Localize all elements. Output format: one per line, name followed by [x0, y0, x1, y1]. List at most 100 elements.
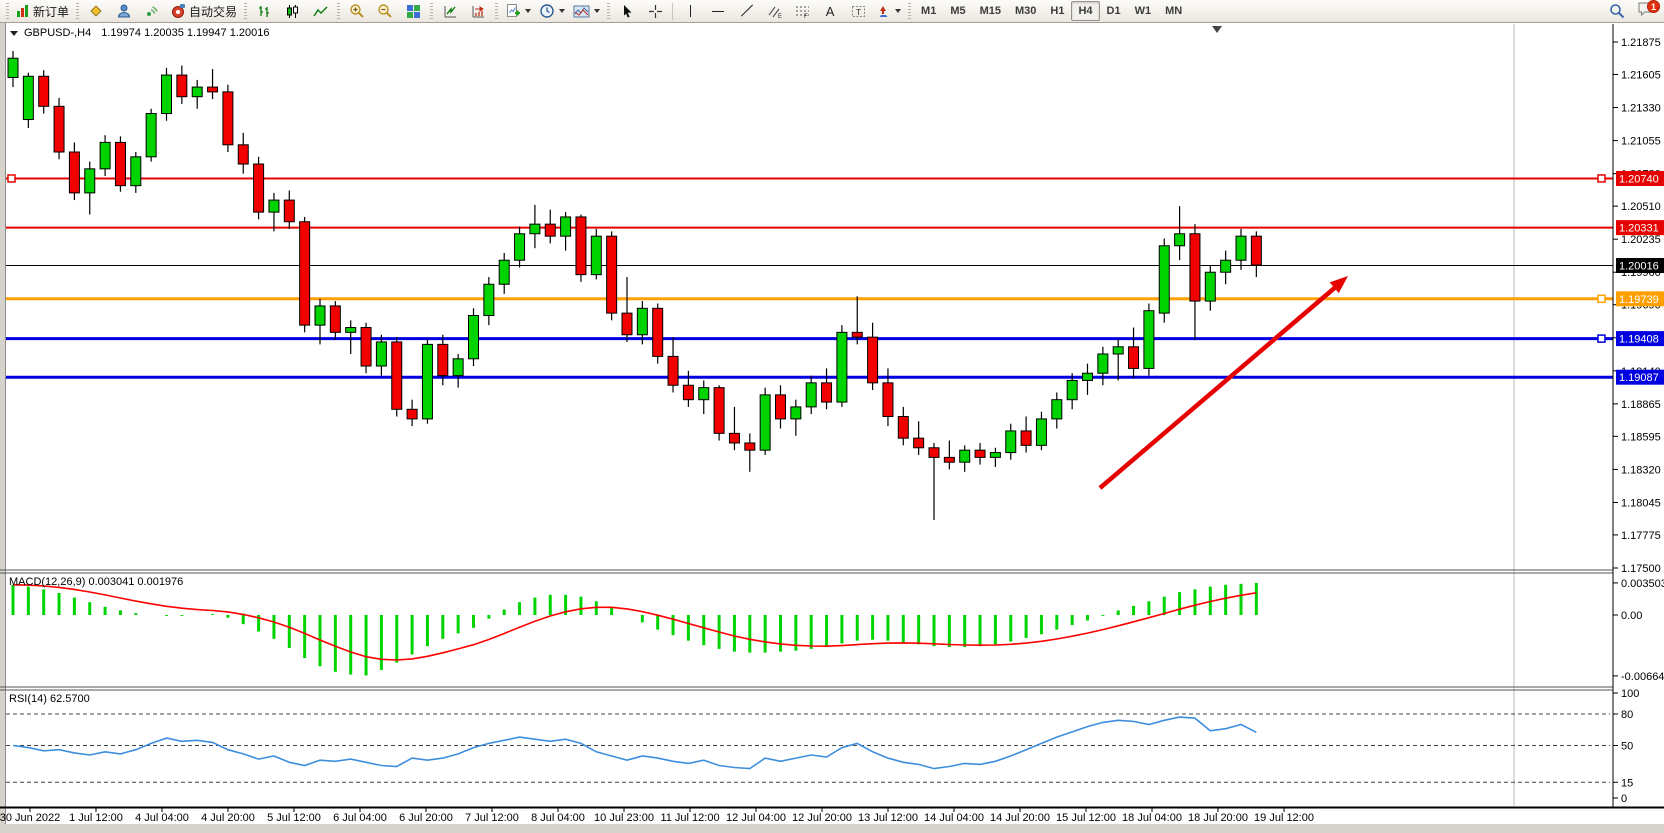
timeframe-clock-button[interactable] — [535, 0, 569, 22]
toolbar-grip[interactable] — [908, 3, 911, 19]
time-axis-label: 6 Jul 20:00 — [399, 812, 453, 824]
candlestick-bar — [1251, 236, 1261, 265]
candlestick-bar — [162, 75, 172, 113]
candlestick-bar — [177, 75, 187, 97]
auto-scroll-icon — [443, 4, 458, 19]
dropdown-caret-icon — [559, 9, 565, 13]
candl estick-mode-button[interactable] — [278, 0, 306, 22]
search-button[interactable] — [1603, 0, 1631, 22]
diamond-icon — [88, 3, 104, 19]
candlestick-bar — [561, 217, 571, 236]
line-drag-handle[interactable] — [1598, 295, 1605, 302]
profile-button[interactable] — [110, 0, 138, 22]
horizontal-line-tool-button[interactable] — [704, 0, 732, 22]
line-drag-handle[interactable] — [1598, 175, 1605, 182]
notifications-button[interactable]: 1 — [1635, 1, 1657, 21]
chart-symbol-period: GBPUSD-,H4 — [24, 27, 91, 39]
zoom-in-button[interactable] — [343, 0, 371, 22]
toolbar-grip[interactable] — [430, 3, 433, 19]
zoom-in-icon — [349, 3, 365, 19]
timeframe-button-H4[interactable]: H4 — [1071, 1, 1099, 21]
price-axis-label: 1.20235 — [1621, 234, 1661, 246]
macd-axis-label: 0.00 — [1621, 610, 1642, 622]
time-axis-label: 10 Jul 23:00 — [594, 812, 654, 824]
toolbar-grip[interactable] — [607, 3, 610, 19]
market-watch-button[interactable] — [82, 0, 110, 22]
candlestick-bar — [776, 395, 786, 419]
time-axis-label: 30 Jun 2022 — [0, 812, 60, 824]
candlestick-bar — [146, 114, 156, 157]
auto-scroll-button[interactable] — [436, 0, 464, 22]
toolbar-grip[interactable] — [495, 3, 498, 19]
toolbar-grip[interactable] — [76, 3, 79, 19]
timeframe-button-MN[interactable]: MN — [1158, 1, 1189, 21]
zoom-out-button[interactable] — [371, 0, 399, 22]
timeframe-button-W1[interactable]: W1 — [1128, 1, 1159, 21]
symbol-dropdown-icon[interactable] — [10, 31, 18, 36]
candlestick-bar — [637, 308, 647, 334]
crosshair-tool-button[interactable] — [641, 0, 669, 22]
templates-button[interactable] — [569, 0, 604, 22]
timeframe-button-M30[interactable]: M30 — [1008, 1, 1043, 21]
dropdown-caret-icon — [895, 9, 901, 13]
signal-icon — [144, 3, 160, 19]
auto-trading-button[interactable]: 自动交易 — [166, 0, 241, 22]
toolbar-grip[interactable] — [6, 3, 9, 19]
chart-canvas[interactable]: 1.218751.216051.213301.210551.207801.205… — [0, 0, 1664, 833]
tile-windows-button[interactable] — [399, 0, 427, 22]
candlestick-bar — [515, 234, 525, 260]
candlestick-bar — [131, 157, 141, 186]
notification-count-badge: 1 — [1647, 0, 1660, 13]
line-chart-mode-button[interactable] — [306, 0, 334, 22]
timeframe-button-D1[interactable]: D1 — [1100, 1, 1128, 21]
candlestick-bar — [868, 337, 878, 383]
candlestick-bar — [484, 284, 494, 315]
chart-shift-button[interactable] — [464, 0, 492, 22]
time-axis-label: 13 Jul 12:00 — [858, 812, 918, 824]
toolbar-grip[interactable] — [244, 3, 247, 19]
candlestick-bar — [668, 356, 678, 385]
candlestick-bar — [960, 450, 970, 462]
text-label-tool-button[interactable]: T — [844, 0, 872, 22]
arrows-icon — [876, 4, 891, 19]
equidistant-channel-tool-button[interactable]: E — [760, 0, 788, 22]
timeframe-button-M15[interactable]: M15 — [973, 1, 1008, 21]
candlestick-bar — [269, 200, 279, 212]
macd-axis-label: 0.003503 — [1621, 578, 1664, 590]
candlestick-bar — [254, 164, 264, 212]
new-chart-button[interactable] — [501, 0, 535, 22]
cursor-tool-button[interactable] — [613, 0, 641, 22]
line-drag-handle[interactable] — [8, 175, 15, 182]
candlestick-bar — [1190, 234, 1200, 301]
timeframe-button-M1[interactable]: M1 — [914, 1, 943, 21]
time-axis-label: 11 Jul 12:00 — [660, 812, 719, 824]
rsi-axis-label: 80 — [1621, 709, 1633, 721]
candlestick-bar — [115, 142, 125, 185]
bar-chart-mode-button[interactable] — [250, 0, 278, 22]
candlestick-bar — [469, 316, 479, 359]
candlestick-bar — [622, 313, 632, 335]
candlestick-bar — [852, 332, 862, 337]
candlestick-bar — [300, 222, 310, 325]
candlestick-bar — [208, 87, 218, 92]
fibonacci-tool-button[interactable]: F — [788, 0, 816, 22]
timeframe-button-M5[interactable]: M5 — [943, 1, 972, 21]
candlestick-bar — [1052, 400, 1062, 419]
line-drag-handle[interactable] — [1598, 335, 1605, 342]
arrows-tool-button[interactable] — [872, 0, 905, 22]
trendline-tool-button[interactable] — [732, 0, 760, 22]
new-order-button[interactable]: 新订单 — [12, 0, 73, 22]
vertical-line-tool-button[interactable] — [676, 0, 704, 22]
template-icon — [573, 4, 590, 19]
timeframe-button-H1[interactable]: H1 — [1043, 1, 1071, 21]
candlestick-bar — [1175, 234, 1185, 246]
chart-shift-icon — [471, 4, 486, 19]
signals-button[interactable] — [138, 0, 166, 22]
candlestick-bar — [791, 407, 801, 419]
time-axis-label: 18 Jul 04:00 — [1122, 812, 1182, 824]
text-tool-button[interactable]: A — [816, 0, 844, 22]
price-axis-label: 1.18320 — [1621, 464, 1661, 476]
toolbar-grip[interactable] — [337, 3, 340, 19]
candlestick-bar — [85, 169, 95, 193]
time-axis-label: 19 Jul 12:00 — [1254, 812, 1314, 824]
